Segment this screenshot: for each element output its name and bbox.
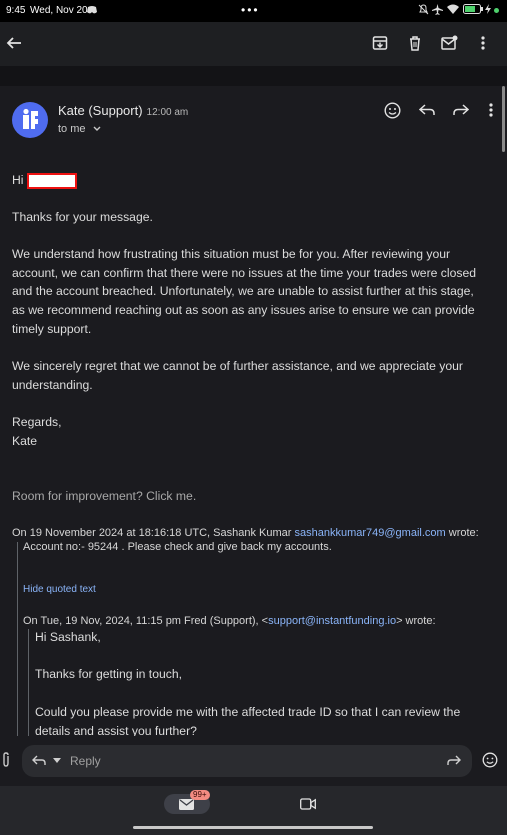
greeting-line: Hi — [12, 171, 77, 190]
recipient-label: to me — [58, 123, 86, 135]
quote-header-prefix: On 19 November 2024 at 18:16:18 UTC, Sas… — [12, 527, 295, 539]
reply-bar: Reply — [0, 736, 507, 784]
battery-icon — [463, 4, 483, 14]
reply-placeholder: Reply — [70, 754, 101, 768]
sender-line: Kate (Support) 12:00 am — [58, 103, 188, 118]
reply-button[interactable] — [413, 96, 441, 124]
meet-video-icon[interactable] — [300, 798, 316, 810]
nested-quote-divider — [28, 629, 29, 736]
quote-header: On 19 November 2024 at 18:16:18 UTC, Sas… — [12, 526, 498, 541]
status-bar: 9:45 Wed, Nov 20 ••• — [0, 0, 507, 22]
nested-line-2: Could you please provide me with the aff… — [35, 705, 461, 736]
forward-button[interactable] — [447, 96, 475, 124]
nested-quote-header: On Tue, 19 Nov, 2024, 11:15 pm Fred (Sup… — [23, 614, 493, 629]
subject-area — [0, 66, 507, 86]
nested-header-suffix: > wrote: — [396, 615, 436, 627]
recipient-toggle[interactable]: to me — [58, 123, 101, 135]
mark-unread-button[interactable] — [435, 29, 463, 57]
attach-icon[interactable] — [0, 746, 20, 774]
more-dots-icon: ••• — [241, 3, 260, 17]
sign-off: Regards, — [12, 415, 62, 429]
more-options-button[interactable] — [469, 29, 497, 57]
signature-name: Kate — [12, 434, 38, 448]
reply-arrow-icon — [32, 755, 46, 766]
airplane-icon — [432, 4, 443, 15]
hide-quoted-text-link[interactable]: Hide quoted text — [23, 584, 96, 595]
paragraph-3: We sincerely regret that we cannot be of… — [12, 359, 463, 392]
nested-line-1: Thanks for getting in touch, — [35, 667, 183, 681]
redacted-name — [26, 172, 77, 189]
active-dot-icon — [494, 8, 499, 13]
email-toolbar — [0, 22, 507, 66]
message-more-button[interactable] — [477, 96, 500, 124]
nested-greeting: Hi Sashank, — [35, 630, 101, 644]
nested-sender-email[interactable]: support@instantfunding.io — [268, 615, 396, 627]
quote-header-suffix: wrote: — [445, 527, 479, 539]
feedback-link[interactable]: Room for improvement? Click me. — [12, 487, 196, 506]
emoji-icon[interactable] — [476, 746, 504, 774]
forward-icon[interactable] — [447, 755, 461, 766]
archive-button[interactable] — [366, 29, 394, 57]
reply-input[interactable]: Reply — [22, 745, 472, 777]
scrollbar[interactable] — [502, 86, 505, 152]
mail-badge: 99+ — [190, 790, 210, 800]
email-message: Kate (Support) 12:00 am to me Hi Thanks f… — [0, 86, 500, 736]
wifi-icon — [447, 4, 459, 14]
quote-sender-email[interactable]: sashankkumar749@gmail.com — [295, 527, 446, 539]
nav-mail-tab[interactable]: 99+ — [164, 790, 210, 814]
nested-header-prefix: On Tue, 19 Nov, 2024, 11:15 pm Fred (Sup… — [23, 615, 269, 627]
mute-icon — [418, 4, 429, 15]
chevron-down-icon — [93, 126, 101, 132]
sent-time: 12:00 am — [146, 107, 189, 118]
greeting: Hi — [12, 173, 24, 187]
back-button[interactable] — [0, 29, 28, 57]
mail-icon — [179, 799, 194, 810]
delete-button[interactable] — [401, 29, 429, 57]
home-indicator[interactable] — [133, 826, 373, 829]
quote-body: Account no:- 95244 . Please check and gi… — [23, 541, 332, 553]
charging-icon — [484, 4, 492, 14]
paragraph-1: Thanks for your message. — [12, 210, 153, 224]
avatar[interactable] — [12, 102, 48, 138]
reply-type-caret-icon[interactable] — [53, 758, 61, 763]
emoji-react-button[interactable] — [378, 96, 406, 124]
paragraph-2: We understand how frustrating this situa… — [12, 247, 477, 336]
status-date: Wed, Nov 20 — [30, 5, 88, 16]
quote-divider — [17, 542, 18, 736]
discord-icon — [87, 5, 97, 14]
status-time: 9:45 — [6, 5, 26, 16]
bottom-nav: 99+ — [0, 786, 507, 835]
sender-name[interactable]: Kate (Support) — [58, 103, 143, 118]
